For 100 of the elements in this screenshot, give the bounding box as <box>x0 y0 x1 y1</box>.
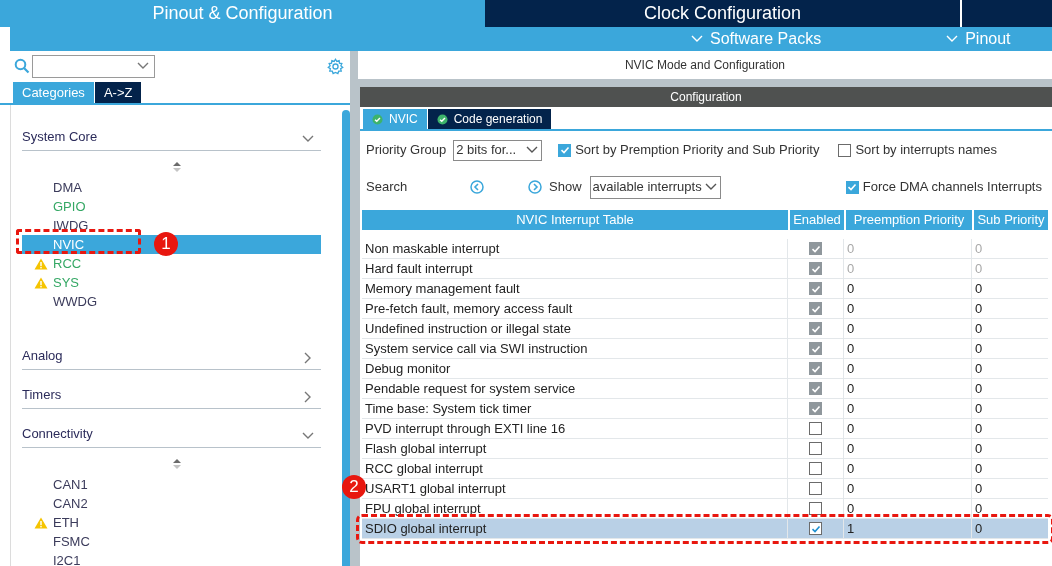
search-icon <box>14 58 30 74</box>
interrupt-name: Pendable request for system service <box>362 379 788 398</box>
enabled-checkbox[interactable] <box>809 462 822 475</box>
category-header[interactable]: Timers <box>22 375 321 409</box>
interrupt-name: SDIO global interrupt <box>362 519 788 538</box>
table-row[interactable]: SDIO global interrupt 1 0 <box>362 519 1048 539</box>
peripheral-item[interactable]: CAN2 <box>22 494 321 513</box>
sub-priority-value: 0 <box>974 239 984 258</box>
peripheral-item[interactable]: ETH <box>22 513 321 532</box>
peripheral-item[interactable]: WWDG <box>22 292 321 311</box>
table-row[interactable]: Pre-fetch fault, memory access fault 0 0 <box>362 299 1048 319</box>
show-select[interactable]: available interrupts <box>589 175 721 199</box>
interrupt-name: Time base: System tick timer <box>362 399 788 418</box>
callout-number: 1 <box>154 232 178 256</box>
peripheral-item[interactable]: CAN1 <box>22 475 321 494</box>
interrupt-name: Hard fault interrupt <box>362 259 788 278</box>
show-label: Show <box>549 178 582 197</box>
sub-priority-value: 0 <box>974 519 984 538</box>
previous-icon[interactable] <box>470 180 484 194</box>
interrupt-name: Memory management fault <box>362 279 788 298</box>
search-label: Search <box>366 178 409 197</box>
sort-name-checkbox[interactable] <box>838 143 852 157</box>
preemption-value: 0 <box>844 479 972 498</box>
enabled-checkbox[interactable] <box>809 382 822 395</box>
scrollbar[interactable] <box>342 110 350 566</box>
enabled-checkbox[interactable] <box>809 422 822 435</box>
preemption-value: 0 <box>844 359 972 378</box>
column-header: Enabled <box>790 210 844 230</box>
peripheral-item[interactable]: FSMC <box>22 532 321 551</box>
column-header: Sub Priority <box>974 210 1048 230</box>
force-dma-checkbox[interactable] <box>845 180 859 194</box>
preemption-value: 0 <box>844 439 972 458</box>
column-header: NVIC Interrupt Table <box>362 210 788 230</box>
sort-arrows-icon[interactable] <box>171 458 182 470</box>
sort-arrows-icon[interactable] <box>171 161 182 173</box>
config-tab[interactable]: Code generation <box>427 109 552 129</box>
enabled-checkbox[interactable] <box>809 522 822 535</box>
enabled-checkbox[interactable] <box>809 442 822 455</box>
table-row[interactable]: RCC global interrupt 0 0 <box>362 459 1048 479</box>
priority-group-select[interactable]: 2 bits for... <box>453 139 543 161</box>
table-row[interactable]: Undefined instruction or illegal state 0 0 <box>362 319 1048 339</box>
category-header[interactable]: Analog <box>22 336 321 370</box>
sort-priority-checkbox[interactable] <box>558 143 572 157</box>
preemption-value: 1 <box>844 519 972 538</box>
peripheral-item[interactable]: DMA <box>22 178 321 197</box>
category-header[interactable]: System Core <box>22 117 321 151</box>
sub-priority-value: 0 <box>974 419 984 438</box>
enabled-checkbox[interactable] <box>809 502 822 515</box>
category-header[interactable]: Connectivity <box>22 414 321 448</box>
enabled-checkbox[interactable] <box>809 262 822 275</box>
preemption-value: 0 <box>844 299 972 318</box>
sub-priority-value: 0 <box>974 319 984 338</box>
interrupt-name: Flash global interrupt <box>362 439 788 458</box>
interrupt-name: Non maskable interrupt <box>362 239 788 258</box>
sub-priority-value: 0 <box>974 299 984 318</box>
settings-icon[interactable] <box>327 57 344 75</box>
enabled-checkbox[interactable] <box>809 242 822 255</box>
interrupt-name: FPU global interrupt <box>362 499 788 518</box>
preemption-value: 0 <box>844 399 972 418</box>
check-circle-icon <box>436 113 448 125</box>
sub-priority-value: 0 <box>974 459 984 478</box>
top-tab[interactable]: Clock Configuration <box>485 0 960 27</box>
preemption-value: 0 <box>844 319 972 338</box>
sub-priority-value: 0 <box>974 339 984 358</box>
peripheral-item[interactable]: I2C1 <box>22 551 321 566</box>
table-row[interactable]: Time base: System tick timer 0 0 <box>362 399 1048 419</box>
table-row[interactable]: Memory management fault 0 0 <box>362 279 1048 299</box>
warning-icon <box>34 516 48 529</box>
checkbox-label: Force DMA channels Interrupts <box>862 178 1042 197</box>
table-row[interactable]: FPU global interrupt 0 0 <box>362 499 1048 519</box>
table-row[interactable]: USART1 global interrupt 0 0 <box>362 479 1048 499</box>
enabled-checkbox[interactable] <box>809 482 822 495</box>
preemption-value: 0 <box>844 459 972 478</box>
warning-icon <box>34 257 48 270</box>
sub-priority-value: 0 <box>974 359 984 378</box>
interrupt-name: Undefined instruction or illegal state <box>362 319 788 338</box>
enabled-checkbox[interactable] <box>809 322 822 335</box>
table-row[interactable]: Flash global interrupt 0 0 <box>362 439 1048 459</box>
interrupt-name: PVD interrupt through EXTI line 16 <box>362 419 788 438</box>
table-row[interactable]: PVD interrupt through EXTI line 16 0 0 <box>362 419 1048 439</box>
search-field[interactable] <box>32 54 155 78</box>
enabled-checkbox[interactable] <box>809 362 822 375</box>
table-row[interactable]: Pendable request for system service 0 0 <box>362 379 1048 399</box>
table-row[interactable]: Hard fault interrupt 0 0 <box>362 259 1048 279</box>
enabled-checkbox[interactable] <box>809 342 822 355</box>
enabled-checkbox[interactable] <box>809 302 822 315</box>
sub-priority-value: 0 <box>974 399 984 418</box>
sub-priority-value: 0 <box>974 279 984 298</box>
panel-title: NVIC Mode and Configuration <box>358 51 1052 79</box>
sub-priority-value: 0 <box>974 479 984 498</box>
sub-priority-value: 0 <box>974 259 984 278</box>
view-tab[interactable]: A->Z <box>94 82 142 103</box>
table-row[interactable]: Non maskable interrupt 0 0 <box>362 239 1048 259</box>
table-row[interactable]: System service call via SWI instruction 0 0 <box>362 339 1048 359</box>
enabled-checkbox[interactable] <box>809 402 822 415</box>
enabled-checkbox[interactable] <box>809 282 822 295</box>
table-row[interactable]: Debug monitor 0 0 <box>362 359 1048 379</box>
preemption-value: 0 <box>844 419 972 438</box>
next-icon[interactable] <box>528 180 542 194</box>
checkbox-label: Sort by interrupts names <box>855 141 998 160</box>
